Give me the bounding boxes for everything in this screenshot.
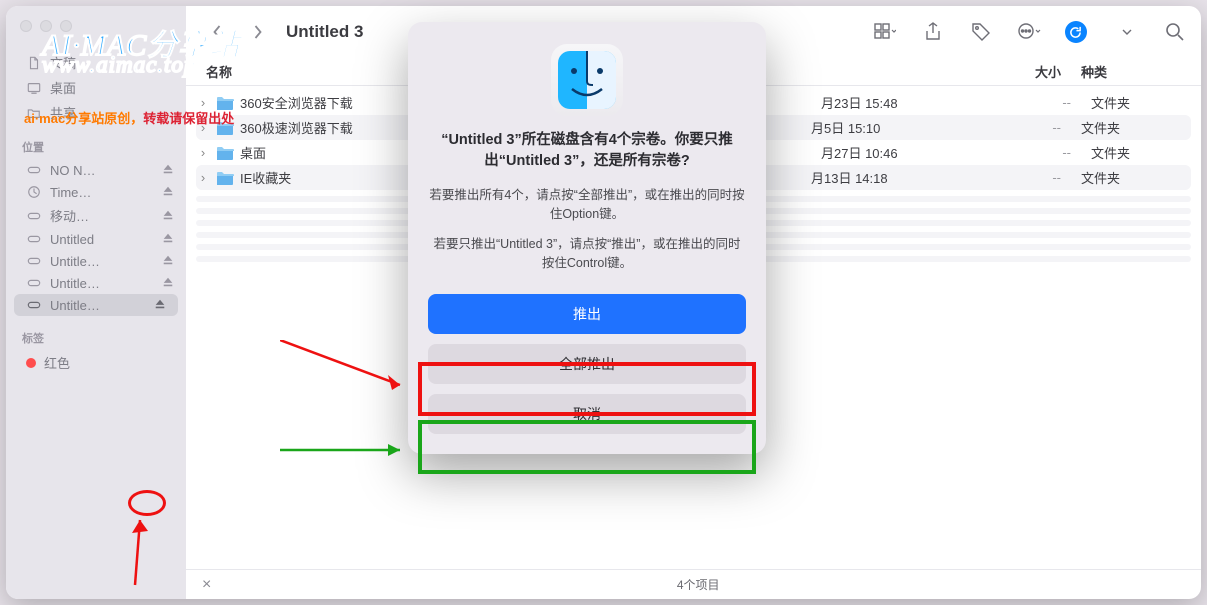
window-title: Untitled 3 [286,22,363,42]
action-button[interactable] [1017,17,1041,47]
sidebar-item-label: Time… [50,185,154,200]
sidebar-item-shared[interactable]: 共享 [6,100,186,125]
file-size: -- [991,95,1091,110]
drive-icon [26,231,42,247]
eject-all-button[interactable]: 全部推出 [428,344,746,384]
sidebar-item-label: 移动… [50,206,154,225]
column-size[interactable]: 大小 [981,62,1081,81]
back-button[interactable] [200,17,234,47]
file-kind: 文件夹 [1091,93,1191,112]
sidebar-item-volume[interactable]: Time… [6,181,186,203]
sidebar-header-tags: 标签 [6,316,186,350]
sidebar-item-volume[interactable]: NO N… [6,159,186,181]
file-name: 桌面 [240,143,266,162]
file-name: 360安全浏览器下载 [240,93,353,112]
chevron-right-icon[interactable]: › [196,145,210,160]
dialog-body-1: 若要推出所有4个，请点按“全部推出”，或在推出的同时按住Option键。 [428,186,746,225]
drive-icon [26,297,42,313]
timemachine-icon [26,184,42,200]
cancel-button[interactable]: 取消 [428,394,746,434]
drive-icon [26,253,42,269]
sidebar-item-label: 桌面 [50,78,176,97]
eject-icon[interactable] [162,163,176,177]
traffic-lights [6,16,186,50]
file-name: IE收藏夹 [240,168,291,187]
drive-icon [26,275,42,291]
tags-button[interactable] [969,17,993,47]
sidebar-item-label: Untitle… [50,254,154,269]
file-date: 月5日 15:10 [811,118,981,137]
sidebar-item-volume[interactable]: Untitled [6,228,186,250]
path-close-icon[interactable]: × [202,576,211,594]
folder-icon [216,96,234,110]
sidebar-item-label: Untitle… [50,276,154,291]
sidebar-item-label: Untitled [50,232,154,247]
doc-icon [26,55,42,71]
file-name: 360极速浏览器下载 [240,118,353,137]
eject-icon[interactable] [162,276,176,290]
close-dot[interactable] [20,20,32,32]
folder-icon [216,146,234,160]
sidebar-item-volume[interactable]: Untitle… [6,272,186,294]
search-button[interactable] [1163,17,1187,47]
column-kind[interactable]: 种类 [1081,62,1181,81]
file-size: -- [981,120,1081,135]
eject-button[interactable]: 推出 [428,294,746,334]
tag-dot-icon [26,358,36,368]
sidebar-header-locations: 位置 [6,125,186,159]
drive-icon [26,208,42,224]
sidebar-item-label: NO N… [50,163,154,178]
file-date: 月13日 14:18 [811,168,981,187]
file-kind: 文件夹 [1081,168,1181,187]
eject-icon[interactable] [162,209,176,223]
item-count: 4个项目 [211,576,1185,593]
desktop-icon [26,80,42,96]
folder-icon [216,121,234,135]
file-date: 月23日 15:48 [821,93,991,112]
column-date[interactable] [811,62,981,81]
folder-icon [26,105,42,121]
chevron-right-icon[interactable]: › [196,95,210,110]
sidebar-item-label: 共享 [50,103,176,122]
status-bar: × 4个项目 [186,569,1201,599]
finder-app-icon [551,44,623,116]
minimize-dot[interactable] [40,20,52,32]
sidebar-item-volume-selected[interactable]: Untitle… [14,294,178,316]
dialog-body-2: 若要只推出“Untitled 3”，请点按“推出”，或在推出的同时按住Contr… [428,235,746,274]
eject-icon[interactable] [162,185,176,199]
sidebar-item-label: Untitle… [50,298,146,313]
dialog-title: “Untitled 3”所在磁盘含有4个宗卷。你要只推出“Untitled 3”… [428,130,746,172]
sync-chevron-icon[interactable] [1115,17,1139,47]
drive-icon [26,162,42,178]
sidebar-item-volume[interactable]: 移动… [6,203,186,228]
view-options-button[interactable] [873,17,897,47]
chevron-right-icon[interactable]: › [196,120,210,135]
eject-icon[interactable] [154,298,168,312]
file-size: -- [981,170,1081,185]
file-date: 月27日 10:46 [821,143,991,162]
forward-button[interactable] [240,17,274,47]
sidebar: 文稿 桌面 共享 位置 NO N… Time… 移动… Untitle [6,6,186,599]
zoom-dot[interactable] [60,20,72,32]
share-button[interactable] [921,17,945,47]
eject-dialog: “Untitled 3”所在磁盘含有4个宗卷。你要只推出“Untitled 3”… [408,22,766,454]
chevron-right-icon[interactable]: › [196,170,210,185]
file-size: -- [991,145,1091,160]
eject-icon[interactable] [162,232,176,246]
sidebar-item-tag-red[interactable]: 红色 [6,350,186,375]
file-kind: 文件夹 [1081,118,1181,137]
sidebar-item-label: 文稿 [50,53,176,72]
eject-icon[interactable] [162,254,176,268]
sidebar-item-label: 红色 [44,353,176,372]
sync-button[interactable] [1065,21,1087,43]
sidebar-item-desktop[interactable]: 桌面 [6,75,186,100]
sidebar-item-documents[interactable]: 文稿 [6,50,186,75]
sidebar-item-volume[interactable]: Untitle… [6,250,186,272]
folder-icon [216,171,234,185]
file-kind: 文件夹 [1091,143,1191,162]
